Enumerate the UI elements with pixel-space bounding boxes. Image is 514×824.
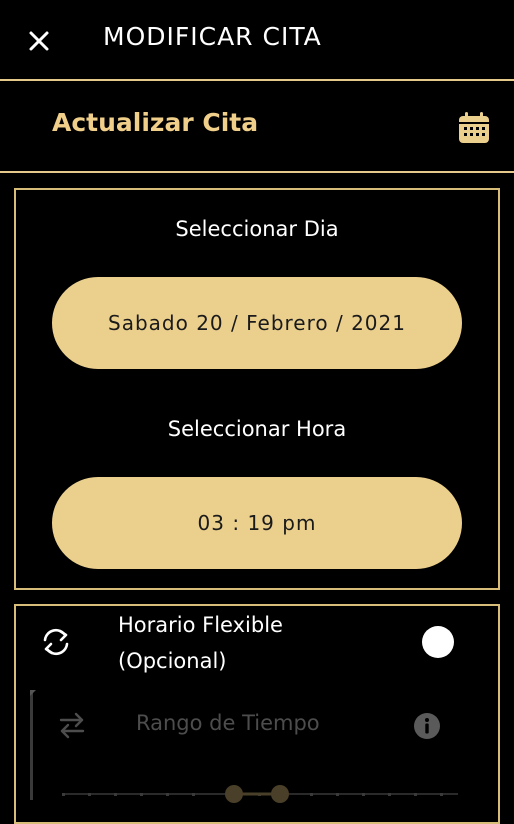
swap-icon [57, 710, 87, 740]
section-title: Actualizar Cita [52, 108, 259, 137]
day-label: Seleccionar Dia [175, 217, 339, 241]
refresh-icon [38, 626, 74, 658]
range-label: Rango de Tiempo [136, 711, 320, 735]
info-icon[interactable] [413, 712, 441, 740]
flexible-label: Horario Flexible (Opcional) [118, 607, 283, 679]
top-bar: MODIFICAR CITA [0, 0, 514, 80]
range-guide-corner [30, 690, 36, 696]
time-value: 03 : 19 pm [197, 511, 317, 535]
time-range-slider[interactable] [62, 780, 458, 808]
time-label: Seleccionar Hora [167, 417, 347, 441]
flexible-toggle[interactable] [422, 626, 454, 658]
day-picker-button[interactable]: Sabado 20 / Febrero / 2021 [52, 277, 462, 369]
range-guide-line [30, 690, 33, 800]
header-divider [0, 79, 514, 81]
calendar-icon[interactable] [457, 111, 491, 145]
flexible-label-line2: (Opcional) [118, 649, 227, 673]
day-value: Sabado 20 / Febrero / 2021 [108, 311, 406, 335]
close-icon[interactable] [26, 28, 54, 56]
section-divider [0, 171, 514, 173]
flexible-label-line1: Horario Flexible [118, 613, 283, 637]
time-picker-button[interactable]: 03 : 19 pm [52, 477, 462, 569]
page-title: MODIFICAR CITA [103, 22, 322, 51]
